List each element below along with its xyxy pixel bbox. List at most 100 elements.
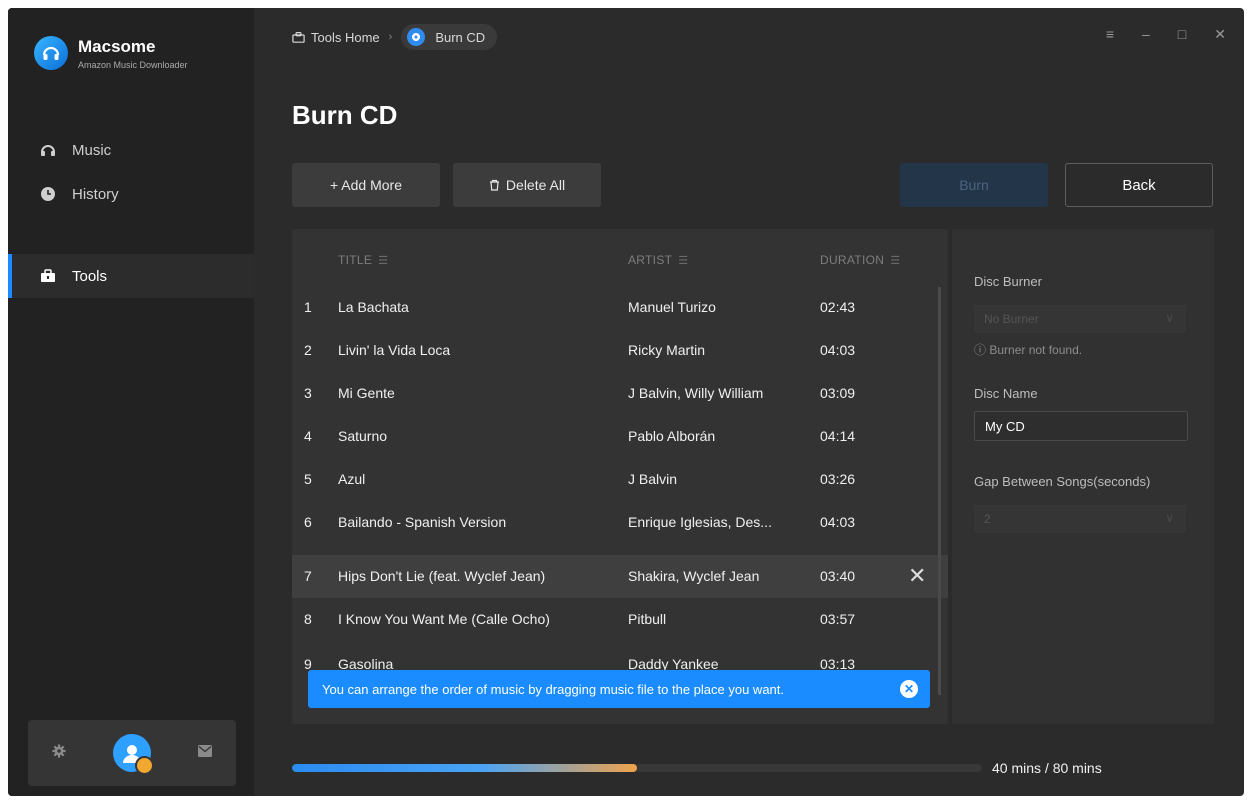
track-table: TITLE ☰ ARTIST ☰ DURATION ☰ 1 La Bachata Ma…	[292, 229, 948, 724]
headphones-icon	[38, 142, 58, 158]
page-title: Burn CD	[292, 100, 398, 130]
disc-icon	[407, 28, 426, 46]
track-artist: J Balvin	[628, 471, 678, 487]
track-duration: 03:09	[820, 385, 856, 401]
clock-icon	[38, 186, 58, 202]
column-header-duration[interactable]: DURATION ☰	[820, 253, 900, 267]
column-header-artist[interactable]: ARTIST ☰	[628, 253, 688, 267]
table-row[interactable]: 6 Bailando - Spanish Version Enrique Igl…	[292, 501, 948, 544]
column-header-label: ARTIST	[628, 253, 673, 267]
track-duration: 02:43	[820, 299, 856, 315]
track-duration: 03:57	[820, 611, 856, 627]
tooltip-text: You can arrange the order of music by dr…	[322, 681, 785, 697]
delete-all-button[interactable]: Delete All	[453, 163, 601, 207]
track-artist: Pitbull	[628, 611, 667, 627]
sort-icon[interactable]: ☰	[678, 255, 688, 267]
breadcrumb-current: Burn CD	[401, 24, 498, 50]
toolbox-icon	[292, 31, 305, 43]
table-row[interactable]: 4 Saturno Pablo Alborán 04:14	[292, 415, 948, 458]
column-header-label: TITLE	[338, 253, 373, 267]
track-artist: Ricky Martin	[628, 342, 706, 358]
track-duration: 03:40	[820, 568, 856, 584]
track-number: 2	[304, 342, 312, 358]
brand: Macsome Amazon Music Downloader	[34, 36, 188, 70]
table-scrollbar[interactable]	[938, 287, 941, 695]
burner-note: ⓘ Burner not found.	[974, 341, 1082, 358]
track-artist: Enrique Iglesias, Des...	[628, 514, 772, 530]
disc-burner-select[interactable]: No Burner ∨	[974, 305, 1186, 333]
table-row[interactable]: 8 I Know You Want Me (Calle Ocho) Pitbul…	[292, 598, 948, 641]
add-more-button[interactable]: + Add More	[292, 163, 440, 207]
toolbox-icon	[38, 268, 58, 284]
track-number: 1	[304, 299, 312, 315]
delete-all-label: Delete All	[505, 177, 566, 193]
track-number: 5	[304, 471, 312, 487]
gear-icon[interactable]	[52, 743, 66, 763]
brand-subtitle: Amazon Music Downloader	[78, 59, 188, 70]
brand-logo-icon	[34, 36, 68, 70]
minimize-icon[interactable]: –	[1142, 26, 1150, 43]
column-header-title[interactable]: TITLE ☰	[338, 253, 388, 267]
sidebar-item-music[interactable]: Music	[8, 128, 254, 172]
table-row[interactable]: 3 Mi Gente J Balvin, Willy William 03:09	[292, 372, 948, 415]
avatar[interactable]	[112, 734, 154, 775]
table-row[interactable]: 1 La Bachata Manuel Turizo 02:43	[292, 286, 948, 329]
track-number: 4	[304, 428, 312, 444]
gap-value: 2	[984, 512, 991, 526]
disc-name-label: Disc Name	[974, 386, 1038, 401]
column-header-label: DURATION	[820, 253, 885, 267]
track-artist: J Balvin, Willy William	[628, 385, 764, 401]
track-title: La Bachata	[338, 299, 409, 315]
track-artist: Manuel Turizo	[628, 299, 716, 315]
remove-track-icon[interactable]: ✕	[908, 563, 926, 589]
table-row-selected[interactable]: 7 Hips Don't Lie (feat. Wyclef Jean) Sha…	[292, 555, 948, 598]
maximize-icon[interactable]: □	[1178, 26, 1186, 43]
disc-burner-value: No Burner	[984, 312, 1039, 326]
table-row[interactable]: 2 Livin' la Vida Loca Ricky Martin 04:03	[292, 329, 948, 372]
vip-badge-icon	[134, 756, 154, 775]
track-artist: Shakira, Wyclef Jean	[628, 568, 760, 584]
brand-name: Macsome	[78, 36, 156, 56]
burn-button[interactable]: Burn	[900, 163, 1048, 207]
capacity-progress-bar	[292, 764, 982, 772]
sort-icon[interactable]: ☰	[378, 255, 388, 267]
scrollbar-thumb[interactable]	[938, 287, 941, 695]
track-title: Saturno	[338, 428, 388, 444]
track-title: Bailando - Spanish Version	[338, 514, 507, 530]
drag-hint-tooltip: You can arrange the order of music by dr…	[308, 670, 930, 708]
sort-icon[interactable]: ☰	[890, 255, 900, 267]
disc-burner-label: Disc Burner	[974, 274, 1042, 289]
track-number: 3	[304, 385, 312, 401]
burner-note-text: Burner not found.	[989, 343, 1083, 357]
capacity-label: 40 mins / 80 mins	[992, 760, 1102, 776]
close-icon[interactable]: ✕	[1214, 26, 1226, 43]
info-icon: ⓘ	[974, 343, 987, 357]
sidebar-item-tools[interactable]: Tools	[8, 254, 254, 298]
chevron-right-icon: ›	[388, 31, 393, 43]
sidebar-item-history[interactable]: History	[8, 172, 254, 216]
capacity-progress-fill	[292, 764, 637, 772]
sidebar-item-label: Tools	[72, 267, 108, 285]
window-controls: ≡ – □ ✕	[1106, 26, 1226, 43]
main-area: Tools Home › Burn CD ≡ – □ ✕ Burn CD + A…	[254, 8, 1244, 796]
track-duration: 04:03	[820, 514, 856, 530]
close-tooltip-icon[interactable]: ✕	[900, 680, 918, 698]
app-window: Macsome Amazon Music Downloader Music Hi…	[8, 8, 1244, 796]
breadcrumb-home-link[interactable]: Tools Home	[311, 30, 380, 45]
gap-select[interactable]: 2 ∨	[974, 505, 1186, 533]
menu-icon[interactable]: ≡	[1106, 26, 1114, 43]
table-row[interactable]: 5 Azul J Balvin 03:26	[292, 458, 948, 501]
sidebar-item-label: History	[72, 185, 119, 203]
disc-name-input[interactable]: My CD	[974, 411, 1188, 441]
track-title: Mi Gente	[338, 385, 395, 401]
track-title: I Know You Want Me (Calle Ocho)	[338, 611, 550, 627]
track-duration: 03:26	[820, 471, 856, 487]
back-button[interactable]: Back	[1065, 163, 1213, 207]
chevron-down-icon: ∨	[1165, 511, 1174, 525]
trash-icon	[489, 179, 500, 191]
sidebar-bottom-bar	[28, 720, 236, 786]
gap-label: Gap Between Songs(seconds)	[974, 474, 1151, 489]
track-duration: 04:03	[820, 342, 856, 358]
track-title: Azul	[338, 471, 366, 487]
mail-icon[interactable]	[198, 744, 213, 762]
